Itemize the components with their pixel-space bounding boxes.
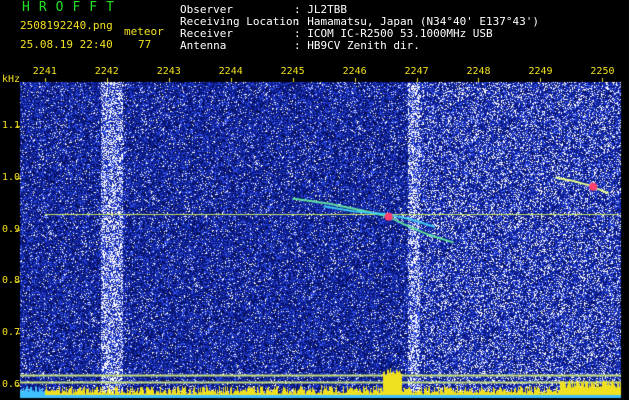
y-tick-label: 0.9 (2, 223, 21, 235)
y-unit-label: kHz (2, 74, 21, 85)
x-tick-label: 2249 (528, 66, 553, 77)
y-tick-label: 1.0 (2, 171, 21, 183)
y-tick-label: 1.1 (2, 120, 21, 132)
y-tick-label: 0.7 (2, 327, 21, 339)
x-tick-label: 2248 (466, 66, 491, 77)
x-tick-label: 2246 (342, 66, 367, 77)
x-tick-label: 2243 (156, 66, 181, 77)
event-type-label: meteor (124, 25, 164, 38)
datetime-label: 25.08.19 22:40 (20, 38, 113, 51)
event-count: 77 (138, 38, 152, 51)
filename-label: 2508192240.png (20, 19, 113, 32)
x-tick-label: 2242 (94, 66, 119, 77)
x-tick-label: 2244 (218, 66, 243, 77)
antenna-value: : HB9CV Zenith dir. (294, 39, 420, 52)
x-tick-label: 2245 (280, 66, 305, 77)
spectrogram-canvas (0, 0, 629, 400)
antenna-label: Antenna (180, 39, 227, 52)
app-title: HROFFT (22, 0, 123, 15)
y-tick-label: 0.6 (2, 379, 21, 391)
x-tick-label: 2250 (590, 66, 615, 77)
y-tick-label: 0.8 (2, 275, 21, 287)
x-tick-label: 2247 (404, 66, 429, 77)
x-tick-label: 2241 (32, 66, 57, 77)
